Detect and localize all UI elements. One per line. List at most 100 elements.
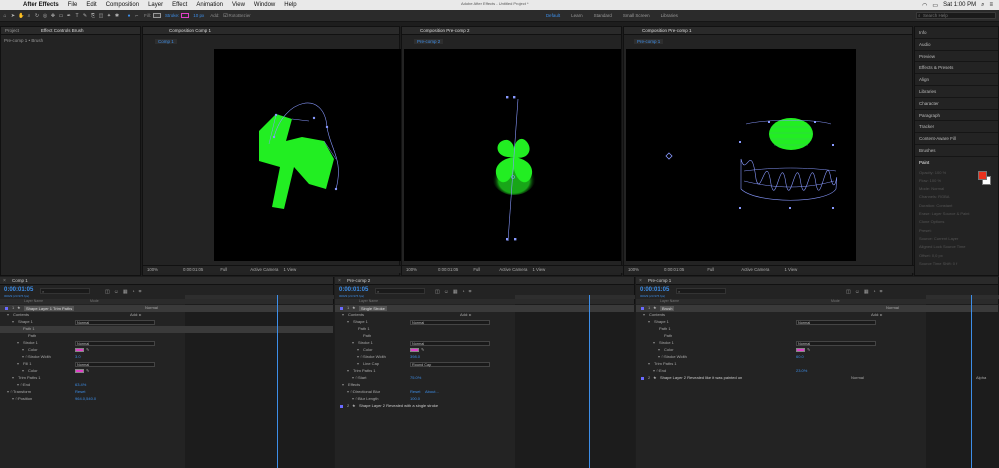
expand-arrow-icon[interactable]: ▾ (352, 375, 354, 382)
property-row[interactable]: ▾ Contents Add: ▸ (0, 312, 333, 319)
panel-tracker[interactable]: Tracker (915, 121, 998, 134)
close-tab-icon[interactable]: × (639, 278, 642, 284)
view-dropdown[interactable]: 1 View (283, 267, 296, 272)
expand-arrow-icon[interactable]: ▾ (347, 319, 349, 326)
menu-list-icon[interactable]: ≡ (989, 2, 993, 8)
home-icon[interactable]: ⌂ (2, 13, 8, 19)
property-value[interactable]: 63.4% (75, 382, 86, 389)
eyedropper-icon[interactable]: ✎ (421, 347, 424, 354)
layer-mode[interactable]: Normal (886, 305, 899, 312)
viewer-3-comp-label[interactable]: Pre-comp 1 (634, 39, 664, 44)
property-row[interactable]: ▾ Color ✎ (0, 347, 333, 354)
expand-arrow-icon[interactable]: ▾ (342, 312, 344, 319)
canvas-comp-1[interactable] (214, 49, 401, 261)
property-value[interactable]: 23.0% (796, 368, 807, 375)
layer-row-2[interactable]: 2 ★ Shape Layer 2 Revealed like it was p… (636, 375, 998, 382)
property-value[interactable]: 3.0 (75, 354, 81, 361)
color-swatch[interactable] (75, 369, 84, 373)
layer-row[interactable]: 1 ★ Brush Normal (636, 305, 998, 312)
tab-composition-pre-comp-2[interactable]: Composition Pre-comp 2 (416, 28, 474, 33)
stopwatch-icon[interactable]: ⏱ (350, 389, 353, 396)
motion-blur-icon[interactable]: ◔ (873, 289, 880, 295)
playhead[interactable] (589, 295, 591, 468)
paint-duration[interactable]: Duration: Constant (915, 202, 998, 210)
layer-row[interactable]: 1 ★ Shape Layer 1 Trim Paths Normal (0, 305, 333, 312)
tab-composition-pre-comp-1[interactable]: Composition Pre-comp 1 (638, 28, 696, 33)
expand-arrow-icon[interactable]: ▾ (7, 389, 9, 396)
canvas-pre-comp-1[interactable] (626, 49, 856, 261)
add-label[interactable]: Add: (210, 13, 219, 18)
expand-arrow-icon[interactable]: ▾ (357, 347, 359, 354)
expand-arrow-icon[interactable]: ▾ (22, 347, 24, 354)
property-row[interactable]: Path (636, 333, 998, 340)
viewer-timecode[interactable]: 0:00:01:05 (183, 267, 203, 272)
eraser-tool-icon[interactable]: ◫ (98, 13, 104, 19)
resolution-dropdown[interactable]: Full (473, 267, 480, 272)
camera-dropdown[interactable]: Active Camera (499, 267, 527, 272)
workspace-learn[interactable]: Learn (571, 13, 583, 18)
motion-blur-icon[interactable]: ◔ (462, 289, 469, 295)
property-row[interactable]: ▾ Stroke 1 Normal (0, 340, 333, 347)
camera-tool-icon[interactable]: ◎ (42, 13, 48, 19)
eyedropper-icon[interactable]: ✎ (807, 347, 810, 354)
panel-info[interactable]: Info (915, 27, 998, 39)
paint-fg-color[interactable] (978, 170, 987, 180)
blend-mode-dropdown[interactable]: Round Cap (410, 362, 490, 367)
wifi-icon[interactable]: ◠ (922, 2, 927, 9)
blend-mode-dropdown[interactable]: Normal (75, 362, 155, 367)
expand-arrow-icon[interactable]: ▾ (12, 319, 14, 326)
paint-erase[interactable]: Erase: Layer Source & Paint (915, 210, 998, 218)
expand-arrow-icon[interactable]: ▾ (658, 347, 660, 354)
zoom-dropdown[interactable]: 100% (147, 267, 158, 272)
property-row[interactable]: ▾ Transform ⏱ Reset (0, 389, 333, 396)
hand-tool-icon[interactable]: ✋ (18, 13, 24, 19)
panel-align[interactable]: Align (915, 74, 998, 86)
draft-3d-icon[interactable]: ◫ (846, 289, 855, 295)
expand-arrow-icon[interactable]: ▾ (22, 368, 24, 375)
expand-arrow-icon[interactable]: ▾ (658, 354, 660, 361)
layer-name[interactable]: Shape Layer 1 Trim Paths (24, 306, 75, 311)
selection-tool-icon[interactable]: ➤ (10, 13, 16, 19)
paint-mode[interactable]: Mode: Normal (915, 185, 998, 193)
blend-mode-dropdown[interactable]: Normal (410, 320, 490, 325)
paint-offset[interactable]: Offset: 0,0 px (915, 252, 998, 260)
property-row[interactable]: ▾ Position ⏱ 964.0,540.0 (0, 396, 333, 403)
camera-dropdown[interactable]: Active Camera (250, 267, 278, 272)
search-help-input[interactable]: ⌕ Search Help (916, 12, 996, 19)
track-matte[interactable]: Alpha (976, 375, 986, 382)
layer-color-label[interactable] (641, 377, 644, 380)
graph-editor-icon[interactable]: ⌗ (880, 289, 887, 295)
col-layer-name[interactable]: Layer Name (24, 299, 43, 303)
layer-name[interactable]: Single Stroke (359, 306, 387, 311)
expand-arrow-icon[interactable]: ▾ (17, 382, 19, 389)
tab-project[interactable]: Project (1, 28, 23, 33)
layer-search-input[interactable]: ⌕ (676, 288, 726, 294)
property-row[interactable]: ▾ Color ✎ (636, 347, 998, 354)
timeline-timecode[interactable]: 0:00:01:05 (640, 287, 669, 293)
color-swatch[interactable] (75, 348, 84, 352)
stopwatch-icon[interactable]: ⏱ (656, 368, 659, 375)
about-link[interactable]: About... (425, 389, 439, 396)
property-row[interactable]: ▾ Stroke Width ⏱ 60.0 (636, 354, 998, 361)
panel-brushes[interactable]: Brushes (915, 145, 998, 157)
blend-mode-dropdown[interactable]: Normal (75, 341, 155, 346)
property-row[interactable]: ▾ Shape 1 Normal (0, 319, 333, 326)
stopwatch-icon[interactable]: ⏱ (360, 354, 363, 361)
zoom-dropdown[interactable]: 100% (628, 267, 639, 272)
layer-name[interactable]: Shape Layer 2 Revealed like it was paint… (660, 375, 742, 382)
menu-app[interactable]: After Effects (23, 2, 59, 8)
frame-blend-icon[interactable]: ▦ (123, 289, 132, 295)
col-mode[interactable]: Mode (90, 299, 99, 303)
property-row[interactable]: ▾ Shape 1 Normal (636, 319, 998, 326)
expand-arrow-icon[interactable]: ▾ (12, 375, 14, 382)
motion-blur-icon[interactable]: ◔ (132, 289, 139, 295)
property-row[interactable]: ▾ Fill 1 Normal (0, 361, 333, 368)
clone-tool-icon[interactable]: ⎘ (90, 13, 96, 19)
view-dropdown[interactable]: 1 View (784, 267, 797, 272)
layer-search-input[interactable]: ⌕ (375, 288, 425, 294)
layer-color-label[interactable] (5, 307, 8, 310)
property-value[interactable]: Reset (410, 389, 420, 396)
property-row[interactable]: Path (0, 333, 333, 340)
property-value[interactable]: 60.0 (796, 354, 804, 361)
eyedropper-icon[interactable]: ✎ (86, 347, 89, 354)
